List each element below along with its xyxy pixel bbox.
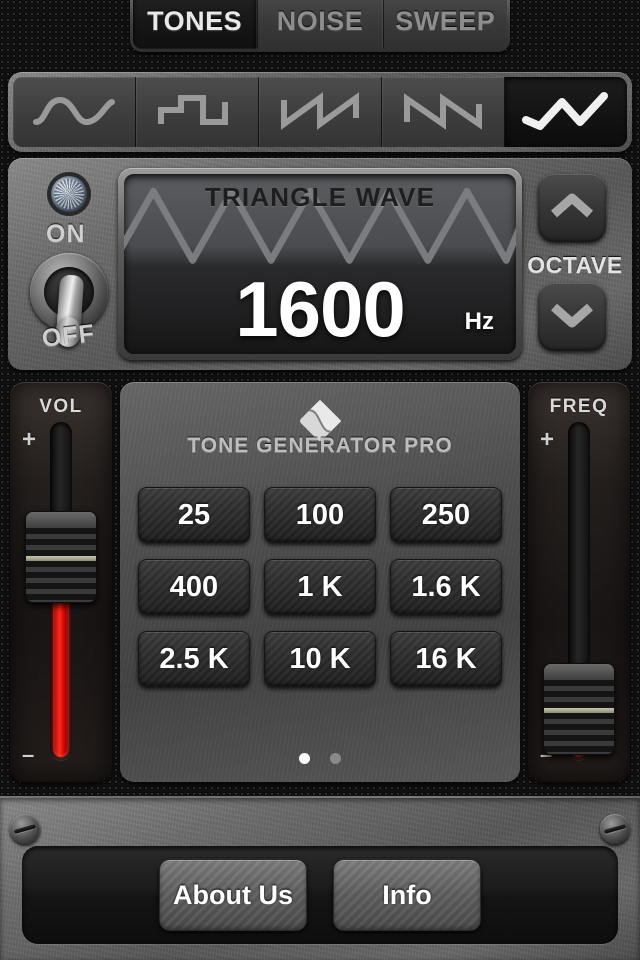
volume-plus-label: + [22,426,37,453]
octave-up-button[interactable] [538,174,606,242]
preset-label: 250 [421,498,471,531]
preset-button-100[interactable]: 100 [264,487,376,543]
waveform-button-square[interactable] [136,77,259,147]
app-root: TONES NOISE SWEEP ON OFF TRIANGLE WAVE 1… [0,0,640,960]
sawtooth-up-wave-icon [276,88,364,136]
octave-down-button[interactable] [538,283,606,351]
preset-label: 400 [169,570,219,603]
preset-panel: TONE GENERATOR PRO 25 100 250 400 1 K 1.… [120,382,520,782]
waveform-selector-panel [8,72,632,152]
page-dot-2[interactable] [330,753,341,764]
brand-name: TONE GENERATOR PRO [187,434,453,457]
waveform-button-sine[interactable] [13,77,136,147]
preset-label: 10 K [289,642,351,675]
preset-button-1k[interactable]: 1 K [264,559,376,615]
waveform-button-row [13,77,627,147]
preset-button-250[interactable]: 250 [390,487,502,543]
sawtooth-down-wave-icon [399,88,487,136]
preset-button-2-5k[interactable]: 2.5 K [138,631,250,687]
page-indicator [120,753,520,764]
waveform-button-sawtooth-up[interactable] [259,77,382,147]
sine-wave-icon [30,88,118,136]
preset-button-16k[interactable]: 16 K [390,631,502,687]
frequency-unit-label: Hz [464,308,494,335]
mode-tabbar: TONES NOISE SWEEP [130,0,510,52]
info-label: Info [382,879,432,910]
frequency-slider-label: FREQ [549,396,609,417]
waveform-button-triangle[interactable] [505,77,627,147]
frequency-slider-panel: FREQ + – [528,382,630,782]
preset-button-400[interactable]: 400 [138,559,250,615]
chevron-down-icon [550,299,594,336]
screw-icon [10,814,40,844]
volume-slider-thumb[interactable] [25,511,97,604]
chevron-up-icon [550,190,594,227]
preset-label: 25 [177,498,211,531]
tab-sweep-label: SWEEP [395,5,496,36]
preset-label: 1 K [297,570,343,603]
power-toggle-switch[interactable] [30,253,108,342]
about-us-label: About Us [173,879,293,910]
frequency-value: 1600 [235,265,406,353]
preset-button-25[interactable]: 25 [138,487,250,543]
frequency-plus-label: + [540,426,555,453]
preset-grid: 25 100 250 400 1 K 1.6 K 2.5 K 10 K 16 K [138,487,502,687]
preset-label: 16 K [415,642,477,675]
preset-label: 1.6 K [411,570,481,603]
preset-label: 100 [295,498,345,531]
frequency-display-bezel: TRIANGLE WAVE 1600 Hz [118,168,522,360]
preset-button-1-6k[interactable]: 1.6 K [390,559,502,615]
tab-noise-label: NOISE [276,5,364,36]
led-indicator-icon [47,172,91,216]
octave-label: OCTAVE [527,252,623,278]
frequency-slider-thumb[interactable] [543,663,615,756]
screw-icon [600,814,630,844]
wave-name-label: TRIANGLE WAVE [204,182,436,212]
volume-slider-label: VOL [39,396,83,417]
about-us-button[interactable]: About Us [159,859,307,931]
tab-sweep[interactable]: SWEEP [382,0,507,49]
waveform-button-sawtooth-down[interactable] [382,77,505,147]
info-button[interactable]: Info [333,859,481,931]
volume-minus-label: – [22,742,35,767]
preset-button-10k[interactable]: 10 K [264,631,376,687]
page-dot-1[interactable] [299,753,310,764]
bottom-button-tray: About Us Info [22,846,618,944]
volume-slider-panel: VOL + – [10,382,112,782]
bottom-bar: About Us Info [0,796,640,960]
tab-tones-label: TONES [147,5,243,36]
frequency-display-screen[interactable]: TRIANGLE WAVE 1600 Hz [124,174,516,354]
tab-noise[interactable]: NOISE [257,0,383,49]
power-on-label: ON [46,220,86,248]
square-wave-icon [153,88,241,136]
preset-label: 2.5 K [159,642,229,675]
tab-tones[interactable]: TONES [133,0,258,49]
power-off-label: OFF [40,319,97,353]
triangle-wave-icon [518,88,614,136]
